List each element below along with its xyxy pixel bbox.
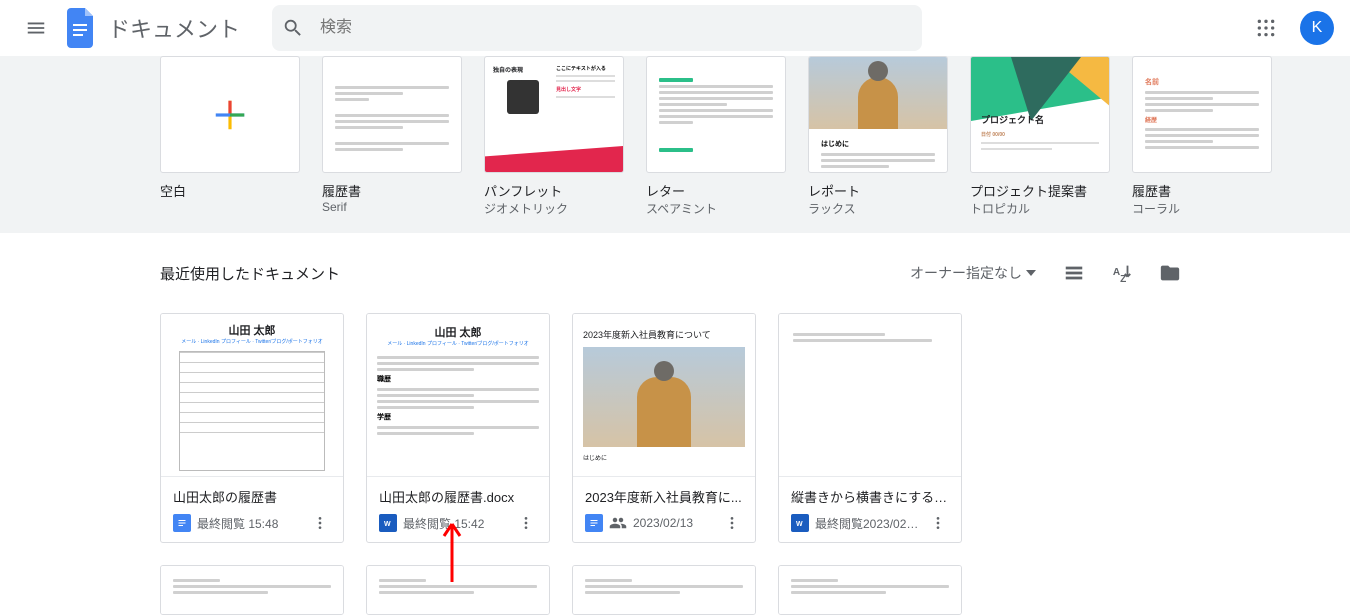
template-blank[interactable]	[160, 56, 300, 173]
sort-button[interactable]: AZ	[1102, 253, 1142, 293]
doc-title: 山田太郎の履歴書.docx	[379, 487, 537, 506]
template-report[interactable]: はじめに	[808, 56, 948, 173]
svg-text:W: W	[384, 521, 391, 528]
docs-file-icon	[585, 514, 603, 532]
template-title: レポート	[808, 181, 948, 200]
svg-text:W: W	[796, 521, 803, 528]
doc-thumbnail: 山田 太郎メール · LinkedIn プロフィール · Twitter/ブログ…	[367, 314, 549, 477]
template-title: 履歴書	[322, 181, 462, 200]
recent-doc-card[interactable]: 縦書きから横書きにする.d... W 最終閲覧2023/02/13	[778, 313, 962, 543]
template-title: レター	[646, 181, 786, 200]
recent-doc-card[interactable]: 山田 太郎メール · LinkedIn プロフィール · Twitter/ブログ…	[160, 313, 344, 543]
folder-icon	[1159, 262, 1181, 284]
caret-down-icon	[1026, 270, 1036, 276]
doc-subtitle: 最終閲覧 15:42	[403, 515, 509, 532]
sort-az-icon: AZ	[1111, 262, 1133, 284]
docs-file-icon	[173, 514, 191, 532]
list-view-button[interactable]	[1054, 253, 1094, 293]
template-subtitle: コーラル	[1132, 200, 1272, 217]
template-title: プロジェクト提案書	[970, 181, 1110, 200]
app-title: ドキュメント	[108, 12, 240, 44]
recent-doc-card[interactable]: 2023年度新入社員教育についてはじめに 2023年度新入社員教育に... 20…	[572, 313, 756, 543]
doc-more-button[interactable]	[927, 512, 949, 534]
doc-subtitle: 2023/02/13	[633, 516, 715, 530]
docs-logo	[64, 10, 100, 46]
doc-title: 縦書きから横書きにする.d...	[791, 487, 949, 506]
search-icon	[282, 17, 304, 39]
template-resume_coral[interactable]: 名前経歴	[1132, 56, 1272, 173]
apps-grid-icon	[1256, 18, 1276, 38]
word-file-icon: W	[791, 514, 809, 532]
template-resume_serif[interactable]	[322, 56, 462, 173]
doc-subtitle: 最終閲覧2023/02/13	[815, 515, 921, 532]
owner-filter-dropdown[interactable]: オーナー指定なし	[900, 257, 1046, 289]
doc-thumbnail: 山田 太郎メール · LinkedIn プロフィール · Twitter/ブログ…	[161, 314, 343, 477]
template-title: 空白	[160, 181, 300, 200]
doc-more-button[interactable]	[721, 512, 743, 534]
search-input[interactable]	[318, 18, 912, 38]
template-pamphlet[interactable]: 独自の表現ここにテキストが入る見出し文字	[484, 56, 624, 173]
word-file-icon: W	[379, 514, 397, 532]
google-apps-button[interactable]	[1246, 8, 1286, 48]
hamburger-icon	[25, 17, 47, 39]
template-letter[interactable]	[646, 56, 786, 173]
template-subtitle: Serif	[322, 200, 462, 214]
account-avatar[interactable]: K	[1300, 11, 1334, 45]
recent-doc-card[interactable]: 山田 太郎メール · LinkedIn プロフィール · Twitter/ブログ…	[366, 313, 550, 543]
doc-more-button[interactable]	[309, 512, 331, 534]
template-proposal[interactable]: プロジェクト名 日付 00/00	[970, 56, 1110, 173]
doc-more-button[interactable]	[515, 512, 537, 534]
template-subtitle: ジオメトリック	[484, 200, 624, 217]
template-subtitle: スペアミント	[646, 200, 786, 217]
owner-filter-label: オーナー指定なし	[910, 263, 1022, 283]
template-subtitle: ラックス	[808, 200, 948, 217]
template-title: パンフレット	[484, 181, 624, 200]
doc-title: 2023年度新入社員教育に...	[585, 487, 743, 506]
list-icon	[1063, 262, 1085, 284]
search-box[interactable]	[272, 5, 922, 51]
doc-title: 山田太郎の履歴書	[173, 487, 331, 506]
open-file-picker-button[interactable]	[1150, 253, 1190, 293]
template-subtitle: トロピカル	[970, 200, 1110, 217]
recent-docs-title: 最近使用したドキュメント	[160, 263, 340, 284]
doc-thumbnail	[779, 314, 961, 477]
shared-icon	[609, 514, 627, 532]
template-title: 履歴書	[1132, 181, 1272, 200]
doc-thumbnail: 2023年度新入社員教育についてはじめに	[573, 314, 755, 477]
main-menu-button[interactable]	[16, 8, 56, 48]
doc-subtitle: 最終閲覧 15:48	[197, 515, 303, 532]
